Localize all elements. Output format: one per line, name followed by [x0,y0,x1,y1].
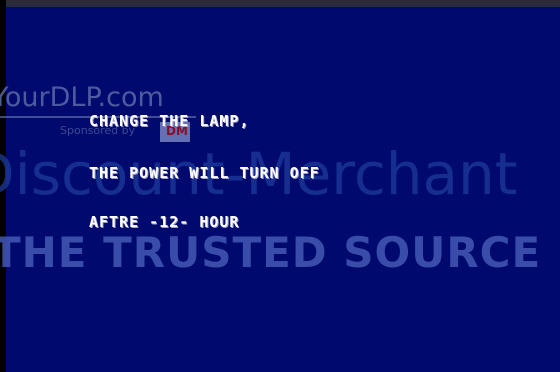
osd-message-line-2: THE POWER WILL TURN OFF [89,164,320,182]
top-bezel [0,0,560,7]
osd-message-line-1: CHANGE THE LAMP, [89,112,250,130]
osd-message-line-3: AFTRE -12- HOUR [89,213,240,231]
watermark-site: YourDLP.com [0,82,164,113]
watermark-tagline: THE TRUSTED SOURCE FOR PRO [0,228,560,277]
projector-screen: Discount-Merchant YourDLP.com Sponsored … [0,0,560,372]
